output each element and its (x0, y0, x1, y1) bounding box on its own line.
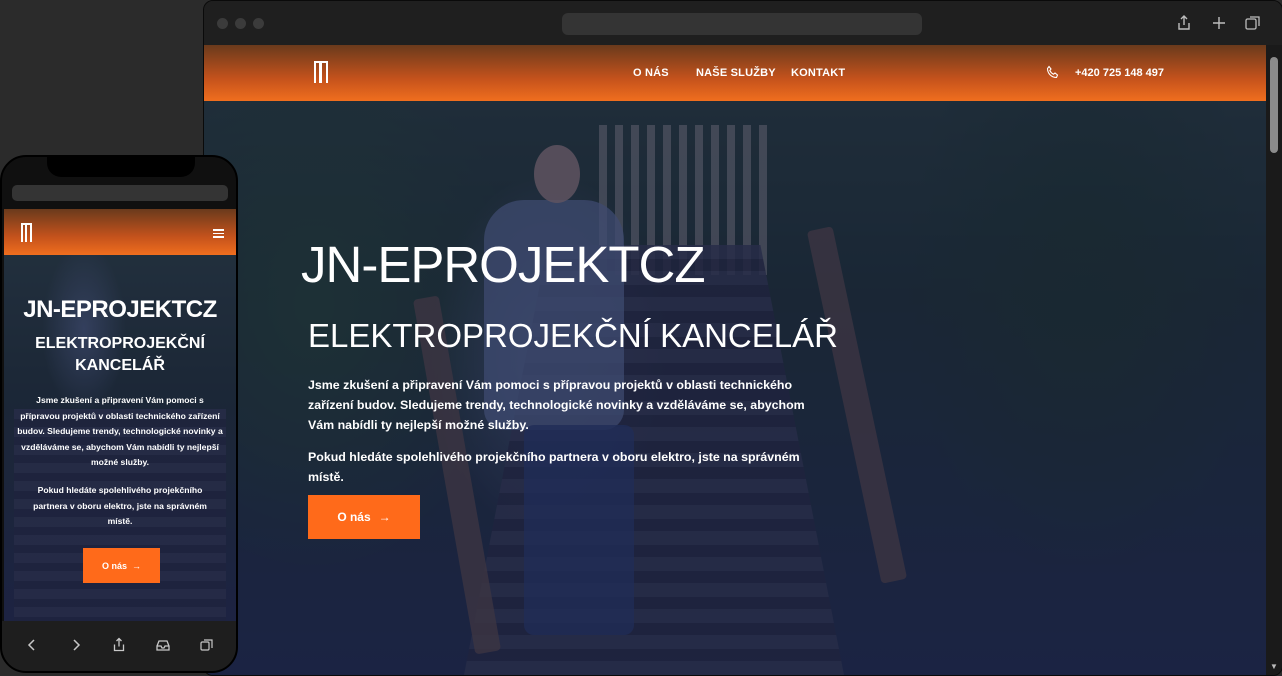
hero-overlay (204, 45, 1266, 675)
nav-link-kontakt[interactable]: KONTAKT (791, 67, 845, 79)
back-chevron-icon[interactable] (24, 637, 40, 653)
mobile-hero-title: JN-EPROJEKTCZ (23, 296, 217, 323)
arrow-right-icon: → (378, 510, 391, 524)
mobile-hero-subtitle: ELEKTROPROJEKČNÍ KANCELÁŘ (35, 335, 205, 374)
mobile-device: JN-EPROJEKTCZ ELEKTROPROJEKČNÍ KANCELÁŘ … (0, 155, 238, 673)
forward-chevron-icon[interactable] (68, 637, 84, 653)
mobile-o-nas-button[interactable]: O nás → (83, 548, 160, 583)
mobile-site-header (4, 209, 236, 255)
new-tab-plus-icon[interactable] (1210, 14, 1228, 32)
mobile-viewport: JN-EPROJEKTCZ ELEKTROPROJEKČNÍ KANCELÁŘ … (4, 209, 236, 621)
mobile-address-bar[interactable] (12, 185, 228, 201)
window-zoom-dot[interactable] (253, 18, 264, 29)
arrow-right-icon: → (132, 560, 141, 571)
hero-paragraph-partner: Pokud hledáte spolehlivého projekčního p… (308, 450, 800, 484)
nav-link-o-nas[interactable]: O NÁS (633, 67, 669, 79)
scroll-down-arrow-icon[interactable]: ▼ (1270, 662, 1278, 671)
page-scrollbar[interactable]: ▼ (1266, 45, 1282, 675)
mobile-o-nas-button-label: O nás (101, 560, 127, 571)
nav-link-nase-sluzby[interactable]: NAŠE SLUŽBY (696, 67, 776, 79)
o-nas-button[interactable]: O nás → (308, 495, 420, 539)
tabs-overview-icon[interactable] (1244, 14, 1262, 32)
scrollbar-thumb[interactable] (1270, 57, 1278, 153)
share-icon[interactable] (1175, 14, 1193, 32)
phone-icon (1046, 65, 1059, 79)
window-minimize-dot[interactable] (235, 18, 246, 29)
mobile-hero-paragraph-intro: Jsme zkušení a připravení Vám pomoci s p… (17, 395, 223, 467)
phone-number[interactable]: +420 725 148 497 (1075, 67, 1164, 79)
hero-paragraph-intro: Jsme zkušení a připravení Vám pomoci s p… (308, 378, 805, 432)
mobile-browser-toolbar (2, 621, 236, 671)
address-bar[interactable] (562, 13, 922, 35)
tabs-icon[interactable] (199, 637, 215, 653)
page-viewport: O NÁS NAŠE SLUŽBY KONTAKT +420 725 148 4… (204, 45, 1266, 675)
desktop-browser-window: O NÁS NAŠE SLUŽBY KONTAKT +420 725 148 4… (203, 0, 1282, 676)
site-logo[interactable] (314, 61, 328, 83)
share-icon[interactable] (111, 637, 127, 653)
browser-toolbar (204, 1, 1282, 45)
o-nas-button-label: O nás (337, 510, 371, 524)
inbox-icon[interactable] (155, 637, 171, 653)
phone-notch (47, 157, 195, 177)
window-close-dot[interactable] (217, 18, 228, 29)
hamburger-menu-icon[interactable] (213, 229, 224, 238)
mobile-site-logo[interactable] (21, 223, 32, 242)
site-header: O NÁS NAŠE SLUŽBY KONTAKT +420 725 148 4… (204, 45, 1266, 101)
mobile-hero-paragraph-partner: Pokud hledáte spolehlivého projekčního p… (33, 485, 207, 526)
hero-title: JN-EPROJEKTCZ (301, 236, 706, 293)
hero-subtitle: ELEKTROPROJEKČNÍ KANCELÁŘ (308, 317, 838, 354)
